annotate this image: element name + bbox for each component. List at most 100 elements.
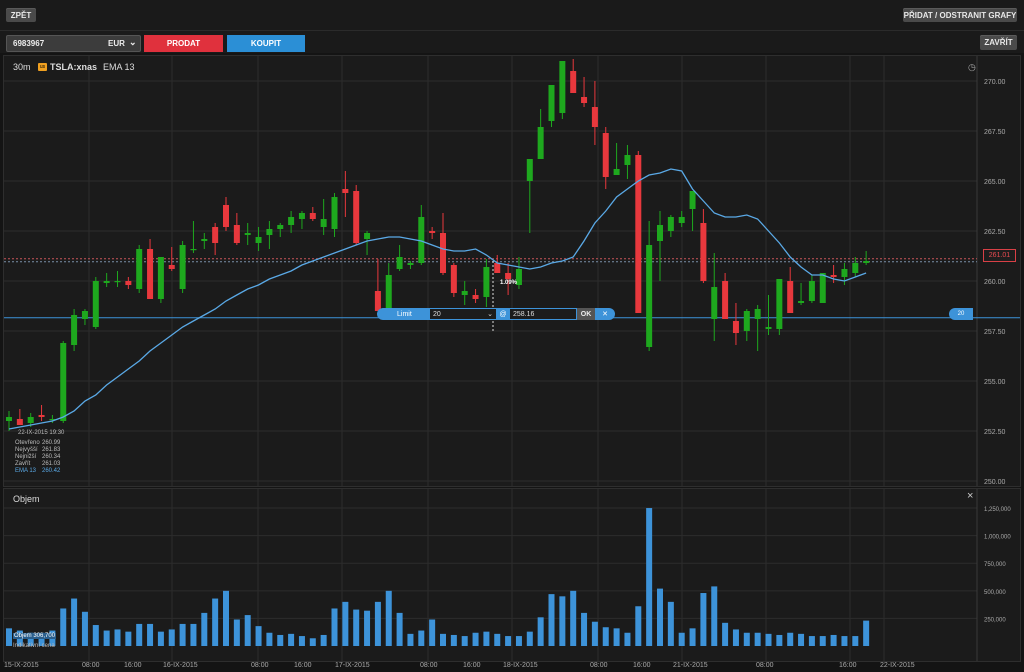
order-ok-button[interactable]: OK (577, 308, 595, 320)
volume-bar (364, 610, 371, 646)
timeframe-label[interactable]: 30m (13, 62, 31, 72)
volume-axis-label: 1,250,000 (984, 507, 1011, 513)
volume-chart-svg[interactable]: 1,250,000 1,000,000 750,000 500,000 250,000 (4, 489, 1020, 661)
account-number: 6983967 (13, 39, 45, 48)
volume-panel[interactable]: 1,250,000 1,000,000 750,000 500,000 250,000 … (3, 488, 1021, 662)
indicator-label[interactable]: EMA 13 (103, 62, 135, 72)
volume-bar (700, 593, 707, 646)
order-at-label: @ (497, 308, 509, 320)
volume-bar (787, 632, 794, 646)
candle-body (830, 275, 837, 277)
us-flag-icon: us (38, 63, 47, 71)
candle-body (429, 231, 436, 233)
candle-body (743, 311, 750, 331)
volume-bar (374, 601, 381, 646)
candle-body (6, 417, 12, 421)
volume-bar (505, 636, 512, 646)
ohlc-row: Zavřít 261.03 (15, 461, 75, 468)
add-remove-charts-button[interactable]: PŘIDAT / ODSTRANIT GRAFY (903, 8, 1017, 22)
order-quantity-badge[interactable]: 20 (949, 308, 973, 320)
volume-bar (429, 619, 436, 646)
close-icon[interactable]: × (967, 490, 973, 502)
order-quantity-value: 20 (433, 310, 441, 318)
sell-button[interactable]: PRODAT (144, 35, 223, 52)
candle-body (223, 205, 229, 227)
close-button[interactable]: ZAVŘÍT (980, 35, 1017, 50)
order-close-icon[interactable]: ✕ (595, 308, 615, 320)
candle-body (613, 169, 620, 175)
order-type-label[interactable]: Limit (377, 308, 429, 320)
candle-body (787, 281, 794, 313)
volume-title: Objem (13, 494, 40, 504)
order-price-input[interactable]: 258.16 (509, 308, 577, 320)
ohlc-row: Otevřeno 260.99 (15, 440, 75, 447)
volume-bar (233, 619, 240, 646)
candle-body (233, 225, 240, 243)
volume-bar (103, 630, 110, 646)
time-axis-label: 08:00 (590, 662, 608, 669)
candle-body (841, 269, 848, 277)
price-axis-label: 265.00 (984, 179, 1006, 186)
account-select[interactable]: 6983967 EUR ⌄ (6, 35, 141, 52)
volume-bar (808, 636, 815, 646)
volume-bar (526, 631, 533, 646)
candle-body (667, 217, 674, 231)
volume-bar (6, 628, 12, 646)
candle-body (852, 263, 859, 273)
price-chart-svg[interactable]: 270.00 267.50 265.00 262.50 260.00 257.50 255.… (4, 56, 1020, 486)
candle-body (71, 315, 78, 345)
order-quantity-select[interactable]: 20 ⌄ (429, 308, 497, 320)
candle-body (353, 191, 360, 243)
volume-bar (667, 601, 674, 646)
limit-order-bar[interactable]: Limit 20 ⌄ @ 258.16 OK ✕ (377, 308, 615, 320)
volume-bar (331, 608, 338, 646)
price-chart-panel[interactable]: 270.00 267.50 265.00 262.50 260.00 257.50 255.… (3, 55, 1021, 487)
candle-body (179, 245, 186, 289)
volume-bar (841, 636, 848, 646)
candle-body (819, 273, 826, 303)
candle-body (602, 133, 609, 177)
volume-bar (646, 508, 653, 646)
buy-button[interactable]: KOUPIT (227, 35, 305, 52)
volume-readout: Objem 306,700 (13, 633, 57, 639)
time-axis-label: 22-IX-2015 (880, 662, 915, 669)
volume-bar (147, 623, 154, 646)
candle-body (700, 223, 707, 281)
price-axis-label: 267.50 (984, 129, 1006, 136)
candle-body (342, 189, 349, 193)
volume-bar (494, 633, 501, 646)
volume-bar (548, 594, 555, 646)
candle-body (689, 191, 696, 209)
candle-body (125, 281, 132, 285)
time-axis-label: 16:00 (633, 662, 651, 669)
volume-bar (570, 590, 577, 646)
candle-body (298, 213, 305, 219)
candle-body (114, 281, 121, 283)
ohlc-row-label: Otevřeno (15, 440, 40, 446)
volume-bar (613, 628, 620, 646)
candle-body (646, 245, 653, 347)
volume-bar (472, 632, 479, 646)
volume-bar (418, 630, 425, 646)
candle-body (255, 237, 262, 243)
candle-body (450, 265, 457, 293)
volume-bar (602, 627, 609, 646)
clock-icon[interactable]: ◷ (968, 62, 976, 73)
volume-bar (732, 629, 739, 646)
candle-body (147, 249, 154, 299)
price-axis-label: 260.00 (984, 279, 1006, 286)
candle-body (157, 257, 164, 299)
symbol-label[interactable]: TSLA:xnas (50, 62, 97, 72)
price-axis-label: 252.50 (984, 429, 1006, 436)
candle-body (570, 71, 577, 93)
volume-bar (765, 633, 772, 646)
volume-bar (114, 629, 121, 646)
candle-body (60, 343, 67, 421)
back-button[interactable]: ZPĚT (6, 8, 36, 22)
volume-bar (591, 621, 598, 646)
candle-body (863, 261, 870, 263)
ema-line (8, 168, 867, 430)
candle-body (657, 225, 663, 241)
time-axis-label: 15-IX-2015 (4, 662, 39, 669)
price-axis-label: 270.00 (984, 79, 1006, 86)
